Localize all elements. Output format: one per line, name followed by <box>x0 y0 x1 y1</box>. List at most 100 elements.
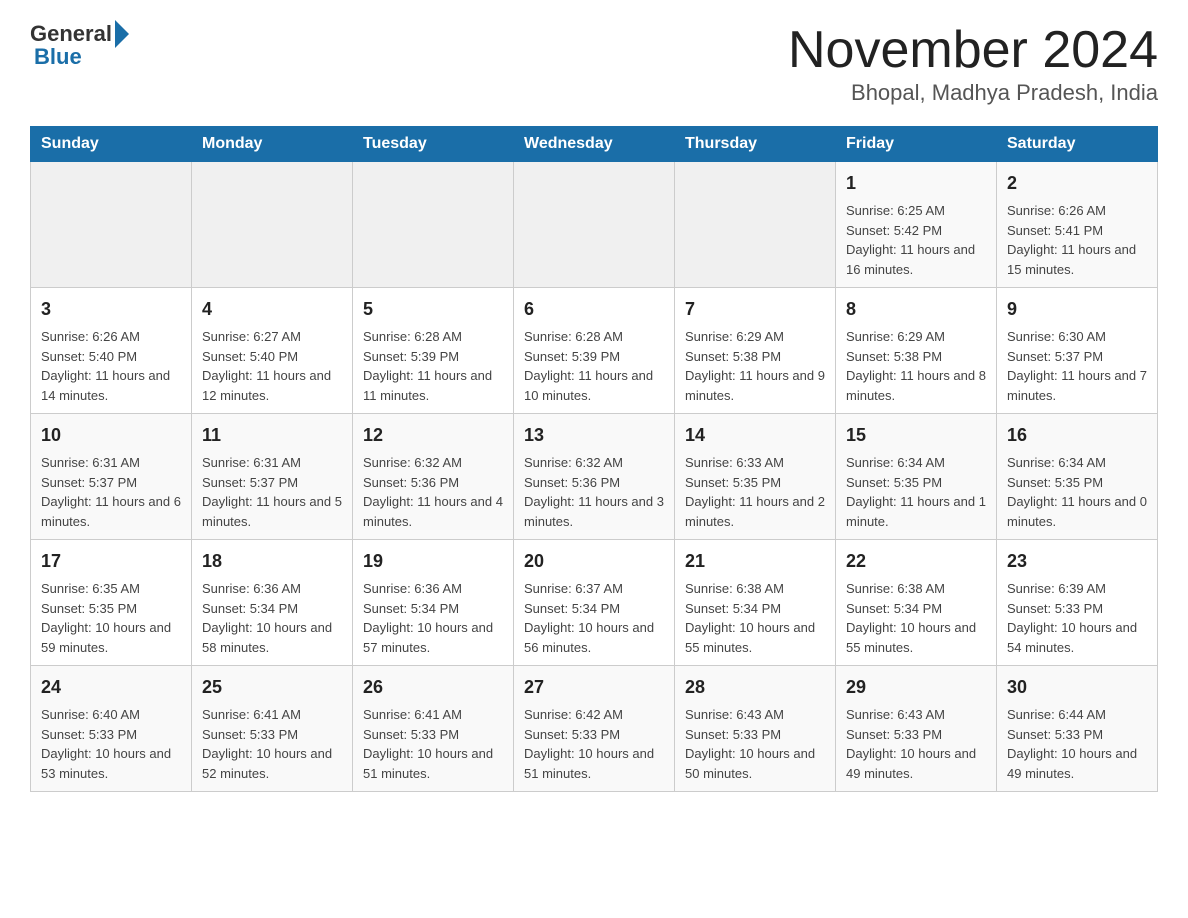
sunrise-text: Sunrise: 6:36 AM <box>363 581 462 596</box>
calendar-week-row: 10 Sunrise: 6:31 AM Sunset: 5:37 PM Dayl… <box>31 414 1158 540</box>
calendar-week-row: 1 Sunrise: 6:25 AM Sunset: 5:42 PM Dayli… <box>31 162 1158 288</box>
calendar-week-row: 3 Sunrise: 6:26 AM Sunset: 5:40 PM Dayli… <box>31 288 1158 414</box>
sunset-text: Sunset: 5:33 PM <box>524 727 620 742</box>
calendar-week-row: 17 Sunrise: 6:35 AM Sunset: 5:35 PM Dayl… <box>31 540 1158 666</box>
calendar-cell: 30 Sunrise: 6:44 AM Sunset: 5:33 PM Dayl… <box>997 666 1158 792</box>
day-number: 8 <box>846 296 986 323</box>
day-number: 17 <box>41 548 181 575</box>
sunrise-text: Sunrise: 6:35 AM <box>41 581 140 596</box>
calendar-cell: 22 Sunrise: 6:38 AM Sunset: 5:34 PM Dayl… <box>836 540 997 666</box>
calendar-cell: 24 Sunrise: 6:40 AM Sunset: 5:33 PM Dayl… <box>31 666 192 792</box>
calendar-cell <box>31 162 192 288</box>
sunset-text: Sunset: 5:34 PM <box>363 601 459 616</box>
daylight-text: Daylight: 11 hours and 3 minutes. <box>524 494 664 529</box>
day-number: 13 <box>524 422 664 449</box>
sunrise-text: Sunrise: 6:29 AM <box>846 329 945 344</box>
day-number: 22 <box>846 548 986 575</box>
location-subtitle: Bhopal, Madhya Pradesh, India <box>788 80 1158 106</box>
day-number: 16 <box>1007 422 1147 449</box>
sunset-text: Sunset: 5:35 PM <box>41 601 137 616</box>
daylight-text: Daylight: 10 hours and 59 minutes. <box>41 620 171 655</box>
calendar-cell: 3 Sunrise: 6:26 AM Sunset: 5:40 PM Dayli… <box>31 288 192 414</box>
daylight-text: Daylight: 10 hours and 56 minutes. <box>524 620 654 655</box>
sunset-text: Sunset: 5:33 PM <box>846 727 942 742</box>
sunrise-text: Sunrise: 6:43 AM <box>685 707 784 722</box>
logo: General Blue <box>30 20 129 70</box>
sunrise-text: Sunrise: 6:31 AM <box>202 455 301 470</box>
day-number: 27 <box>524 674 664 701</box>
sunrise-text: Sunrise: 6:25 AM <box>846 203 945 218</box>
sunrise-text: Sunrise: 6:40 AM <box>41 707 140 722</box>
sunrise-text: Sunrise: 6:30 AM <box>1007 329 1106 344</box>
col-thursday: Thursday <box>675 127 836 162</box>
sunset-text: Sunset: 5:33 PM <box>1007 727 1103 742</box>
sunset-text: Sunset: 5:36 PM <box>524 475 620 490</box>
sunrise-text: Sunrise: 6:39 AM <box>1007 581 1106 596</box>
daylight-text: Daylight: 10 hours and 50 minutes. <box>685 746 815 781</box>
calendar-cell: 2 Sunrise: 6:26 AM Sunset: 5:41 PM Dayli… <box>997 162 1158 288</box>
day-number: 30 <box>1007 674 1147 701</box>
col-friday: Friday <box>836 127 997 162</box>
day-number: 12 <box>363 422 503 449</box>
sunset-text: Sunset: 5:36 PM <box>363 475 459 490</box>
sunrise-text: Sunrise: 6:41 AM <box>202 707 301 722</box>
calendar-cell: 18 Sunrise: 6:36 AM Sunset: 5:34 PM Dayl… <box>192 540 353 666</box>
col-wednesday: Wednesday <box>514 127 675 162</box>
sunrise-text: Sunrise: 6:44 AM <box>1007 707 1106 722</box>
sunrise-text: Sunrise: 6:27 AM <box>202 329 301 344</box>
sunset-text: Sunset: 5:33 PM <box>202 727 298 742</box>
sunset-text: Sunset: 5:34 PM <box>202 601 298 616</box>
sunset-text: Sunset: 5:35 PM <box>685 475 781 490</box>
daylight-text: Daylight: 10 hours and 54 minutes. <box>1007 620 1137 655</box>
sunrise-text: Sunrise: 6:37 AM <box>524 581 623 596</box>
calendar-cell <box>353 162 514 288</box>
sunset-text: Sunset: 5:40 PM <box>41 349 137 364</box>
calendar-week-row: 24 Sunrise: 6:40 AM Sunset: 5:33 PM Dayl… <box>31 666 1158 792</box>
day-number: 25 <box>202 674 342 701</box>
sunrise-text: Sunrise: 6:29 AM <box>685 329 784 344</box>
calendar-cell: 19 Sunrise: 6:36 AM Sunset: 5:34 PM Dayl… <box>353 540 514 666</box>
day-number: 26 <box>363 674 503 701</box>
daylight-text: Daylight: 10 hours and 53 minutes. <box>41 746 171 781</box>
daylight-text: Daylight: 11 hours and 5 minutes. <box>202 494 342 529</box>
calendar-cell: 7 Sunrise: 6:29 AM Sunset: 5:38 PM Dayli… <box>675 288 836 414</box>
sunrise-text: Sunrise: 6:32 AM <box>524 455 623 470</box>
sunset-text: Sunset: 5:38 PM <box>685 349 781 364</box>
sunset-text: Sunset: 5:39 PM <box>363 349 459 364</box>
sunrise-text: Sunrise: 6:33 AM <box>685 455 784 470</box>
day-number: 6 <box>524 296 664 323</box>
sunrise-text: Sunrise: 6:36 AM <box>202 581 301 596</box>
day-number: 7 <box>685 296 825 323</box>
daylight-text: Daylight: 11 hours and 7 minutes. <box>1007 368 1147 403</box>
daylight-text: Daylight: 11 hours and 10 minutes. <box>524 368 653 403</box>
sunrise-text: Sunrise: 6:42 AM <box>524 707 623 722</box>
sunset-text: Sunset: 5:37 PM <box>202 475 298 490</box>
calendar-cell: 16 Sunrise: 6:34 AM Sunset: 5:35 PM Dayl… <box>997 414 1158 540</box>
sunrise-text: Sunrise: 6:41 AM <box>363 707 462 722</box>
calendar-cell: 17 Sunrise: 6:35 AM Sunset: 5:35 PM Dayl… <box>31 540 192 666</box>
sunset-text: Sunset: 5:41 PM <box>1007 223 1103 238</box>
logo-blue-text: Blue <box>34 44 82 70</box>
sunset-text: Sunset: 5:34 PM <box>846 601 942 616</box>
daylight-text: Daylight: 10 hours and 57 minutes. <box>363 620 493 655</box>
daylight-text: Daylight: 10 hours and 51 minutes. <box>524 746 654 781</box>
sunset-text: Sunset: 5:35 PM <box>1007 475 1103 490</box>
calendar-table: Sunday Monday Tuesday Wednesday Thursday… <box>30 126 1158 792</box>
sunset-text: Sunset: 5:37 PM <box>1007 349 1103 364</box>
calendar-cell <box>514 162 675 288</box>
calendar-cell <box>675 162 836 288</box>
sunrise-text: Sunrise: 6:31 AM <box>41 455 140 470</box>
day-number: 2 <box>1007 170 1147 197</box>
day-number: 9 <box>1007 296 1147 323</box>
sunset-text: Sunset: 5:37 PM <box>41 475 137 490</box>
calendar-cell: 4 Sunrise: 6:27 AM Sunset: 5:40 PM Dayli… <box>192 288 353 414</box>
calendar-cell: 29 Sunrise: 6:43 AM Sunset: 5:33 PM Dayl… <box>836 666 997 792</box>
calendar-cell: 12 Sunrise: 6:32 AM Sunset: 5:36 PM Dayl… <box>353 414 514 540</box>
day-number: 23 <box>1007 548 1147 575</box>
calendar-cell: 15 Sunrise: 6:34 AM Sunset: 5:35 PM Dayl… <box>836 414 997 540</box>
calendar-cell: 11 Sunrise: 6:31 AM Sunset: 5:37 PM Dayl… <box>192 414 353 540</box>
calendar-cell <box>192 162 353 288</box>
day-number: 4 <box>202 296 342 323</box>
calendar-cell: 27 Sunrise: 6:42 AM Sunset: 5:33 PM Dayl… <box>514 666 675 792</box>
calendar-header-row: Sunday Monday Tuesday Wednesday Thursday… <box>31 127 1158 162</box>
